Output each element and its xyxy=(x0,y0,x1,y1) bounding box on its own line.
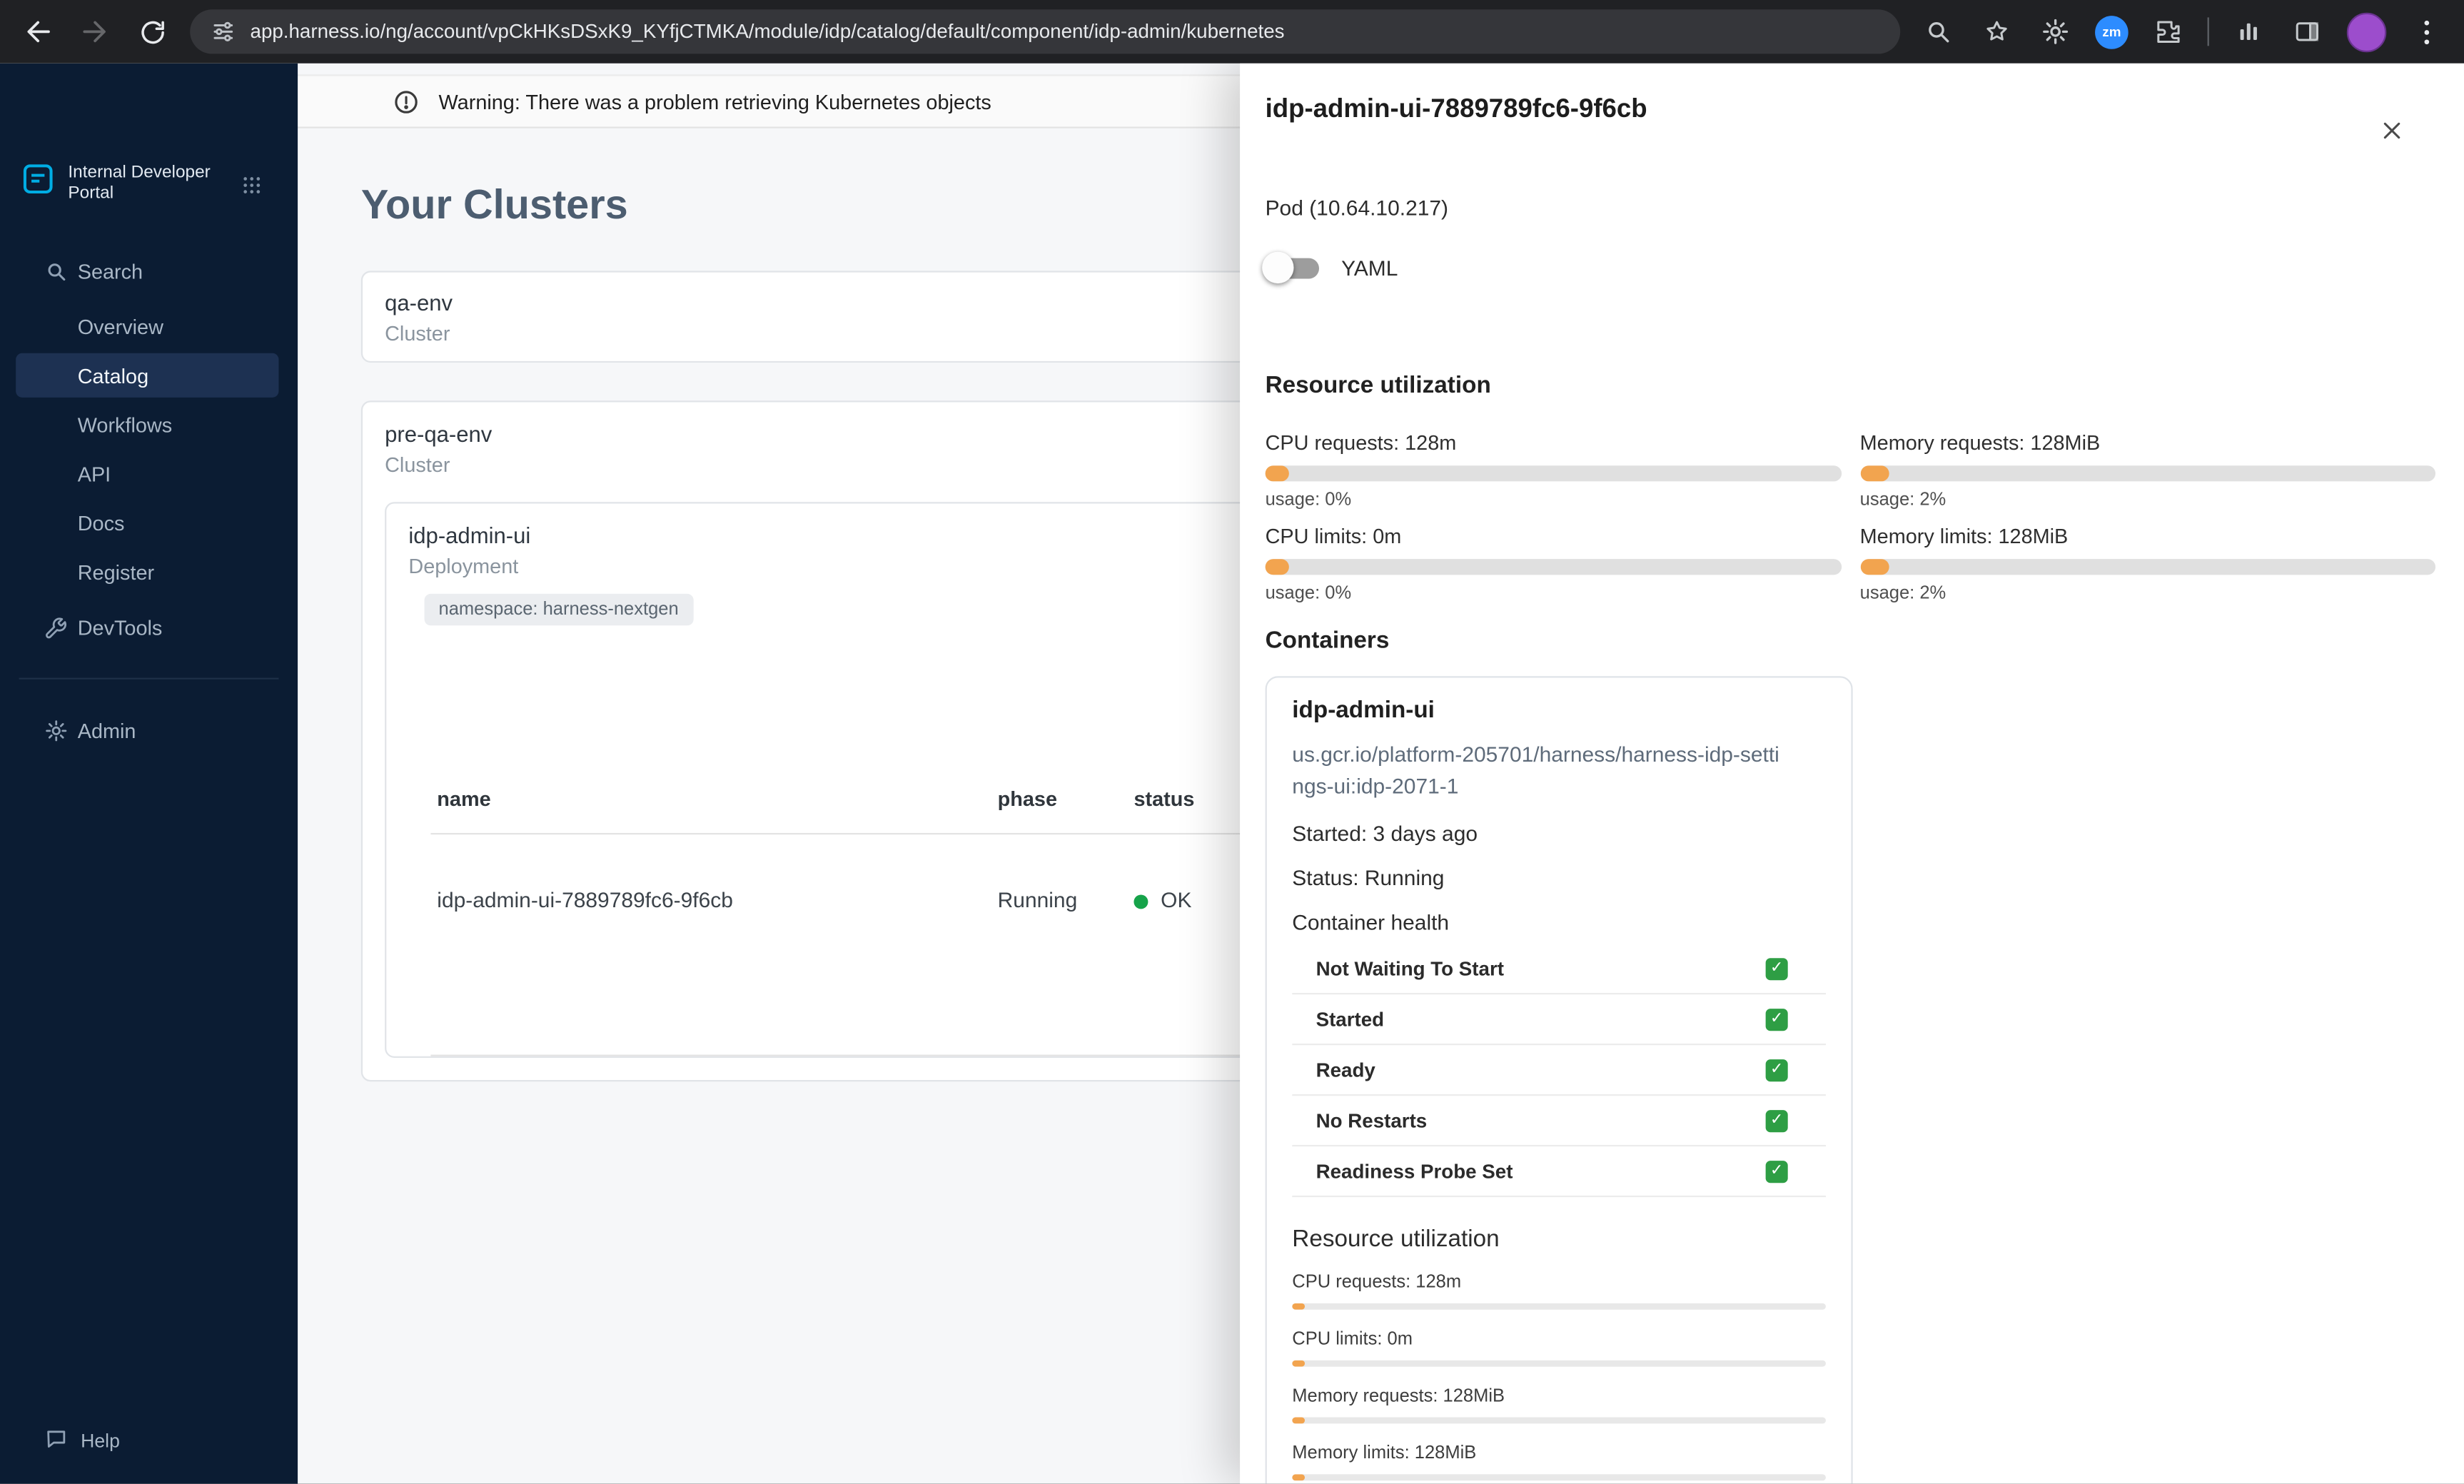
progress-fill xyxy=(1859,559,1889,575)
warning-text: Warning: There was a problem retrieving … xyxy=(438,89,991,113)
check-icon xyxy=(1765,1008,1788,1031)
sidebar-item-api[interactable]: API xyxy=(0,451,298,495)
container-meter-memory-limits: Memory limits: 128MiB xyxy=(1292,1444,1826,1481)
container-health-list: Not Waiting To Start Started Ready No Re… xyxy=(1292,944,1826,1198)
pod-ip-subtitle: Pod (10.64.10.217) xyxy=(1265,196,1449,221)
extensions-puzzle-icon[interactable] xyxy=(2149,13,2187,51)
progress-fill xyxy=(1292,1360,1306,1367)
sidebar-item-workflows[interactable]: Workflows xyxy=(0,402,298,446)
meter-memory-requests: Memory requests: 128MiB usage: 2% xyxy=(1859,430,2436,510)
sidebar-item-devtools[interactable]: DevTools xyxy=(0,605,298,649)
container-meter-memory-requests: Memory requests: 128MiB xyxy=(1292,1387,1826,1424)
meter-memory-limits: Memory limits: 128MiB usage: 2% xyxy=(1859,524,2436,603)
sidebar-app-title: Internal Developer Portal xyxy=(68,163,211,203)
search-icon xyxy=(44,259,68,283)
meter-cpu-requests: CPU requests: 128m usage: 0% xyxy=(1265,430,1842,510)
pod-name: idp-admin-ui-7889789fc6-9f6cb xyxy=(437,888,733,912)
bookmark-star-icon[interactable] xyxy=(1978,13,2016,51)
url-text: app.harness.io/ng/account/vpCkHKsDSxK9_K… xyxy=(250,20,1285,43)
container-resource-heading: Resource utilization xyxy=(1292,1226,1500,1253)
progress-track xyxy=(1265,559,1842,575)
harness-logo-icon[interactable] xyxy=(21,161,56,204)
side-panel-icon[interactable] xyxy=(2288,13,2326,51)
site-info-icon[interactable] xyxy=(209,17,238,46)
sidebar-item-admin[interactable]: Admin xyxy=(0,708,298,752)
back-icon[interactable] xyxy=(19,13,57,51)
container-meter-cpu-limits: CPU limits: 0m xyxy=(1292,1331,1826,1367)
drawer-title: idp-admin-ui-7889789fc6-9f6cb xyxy=(1265,95,1647,124)
address-bar[interactable]: app.harness.io/ng/account/vpCkHKsDSxK9_K… xyxy=(190,9,1901,54)
check-icon xyxy=(1765,1160,1788,1183)
resource-utilization-heading: Resource utilization xyxy=(1265,372,1491,400)
sidebar-search[interactable]: Search xyxy=(0,248,298,293)
warning-icon xyxy=(393,88,420,115)
yaml-toggle-label: YAML xyxy=(1341,256,1398,280)
sidebar-item-register[interactable]: Register xyxy=(0,550,298,594)
pod-details-drawer: idp-admin-ui-7889789fc6-9f6cb Pod (10.64… xyxy=(1240,63,2464,1484)
yaml-toggle-row: YAML xyxy=(1262,251,2435,284)
zoom-extension-icon[interactable]: zm xyxy=(2095,15,2129,49)
status-ok-icon xyxy=(1133,894,1148,909)
progress-fill xyxy=(1292,1417,1306,1424)
apps-grid-icon[interactable] xyxy=(241,174,263,204)
health-row: Not Waiting To Start xyxy=(1292,944,1826,995)
check-icon xyxy=(1765,1109,1788,1132)
pod-phase: Running xyxy=(997,888,1078,912)
progress-track xyxy=(1292,1417,1826,1424)
progress-track xyxy=(1265,465,1842,482)
app-window: Internal Developer Portal Search Overvie… xyxy=(0,63,2464,1484)
containers-heading: Containers xyxy=(1265,627,1390,655)
sidebar-help[interactable]: Help xyxy=(44,1422,120,1460)
close-icon[interactable] xyxy=(2369,108,2413,152)
reload-icon[interactable] xyxy=(133,13,171,51)
resource-meters: CPU requests: 128m usage: 0% Memory requ… xyxy=(1265,430,2436,603)
progress-track xyxy=(1292,1360,1826,1367)
yaml-toggle[interactable] xyxy=(1262,251,1323,284)
browser-menu-icon[interactable] xyxy=(2407,13,2445,51)
admin-gear-icon xyxy=(44,718,68,742)
check-icon xyxy=(1765,957,1788,980)
progress-track xyxy=(1292,1474,1826,1481)
progress-fill xyxy=(1265,465,1288,482)
col-name: name xyxy=(437,787,491,811)
progress-fill xyxy=(1292,1474,1306,1481)
help-chat-icon xyxy=(44,1427,68,1455)
health-row: Readiness Probe Set xyxy=(1292,1146,1826,1198)
screen: app.harness.io/ng/account/vpCkHKsDSxK9_K… xyxy=(0,0,2464,1484)
container-started: Started: 3 days ago xyxy=(1292,822,1478,846)
col-phase: phase xyxy=(997,787,1058,811)
media-controls-icon[interactable] xyxy=(2230,13,2268,51)
settings-gear-icon[interactable] xyxy=(2036,13,2074,51)
progress-track xyxy=(1859,465,2436,482)
progress-fill xyxy=(1265,559,1288,575)
container-card: idp-admin-ui us.gcr.io/platform-205701/h… xyxy=(1265,676,1853,1484)
progress-track xyxy=(1292,1303,1826,1310)
health-row: No Restarts xyxy=(1292,1096,1826,1147)
health-row: Started xyxy=(1292,994,1826,1046)
sidebar-item-docs[interactable]: Docs xyxy=(0,500,298,545)
sidebar: Internal Developer Portal Search Overvie… xyxy=(0,63,298,1484)
browser-toolbar: app.harness.io/ng/account/vpCkHKsDSxK9_K… xyxy=(0,0,2464,64)
health-row: Ready xyxy=(1292,1045,1826,1096)
wrench-icon xyxy=(44,615,68,639)
progress-fill xyxy=(1859,465,1889,482)
forward-icon[interactable] xyxy=(76,13,113,51)
container-status: Status: Running xyxy=(1292,866,1445,890)
browser-profile-avatar[interactable] xyxy=(2346,11,2387,52)
meter-cpu-limits: CPU limits: 0m usage: 0% xyxy=(1265,524,1842,603)
toolbar-divider xyxy=(2207,17,2209,46)
sidebar-divider xyxy=(19,677,279,680)
progress-fill xyxy=(1292,1303,1306,1310)
check-icon xyxy=(1765,1059,1788,1081)
container-meter-cpu-requests: CPU requests: 128m xyxy=(1292,1273,1826,1310)
container-health-heading: Container health xyxy=(1292,910,1450,934)
sidebar-item-catalog[interactable]: Catalog xyxy=(16,353,279,398)
container-image: us.gcr.io/platform-205701/harness/harnes… xyxy=(1292,742,1779,798)
progress-track xyxy=(1859,559,2436,575)
namespace-badge: namespace: harness-nextgen xyxy=(424,593,693,626)
sidebar-item-overview[interactable]: Overview xyxy=(0,304,298,348)
search-toolbar-icon[interactable] xyxy=(1919,13,1957,51)
container-name: idp-admin-ui xyxy=(1292,697,1435,724)
